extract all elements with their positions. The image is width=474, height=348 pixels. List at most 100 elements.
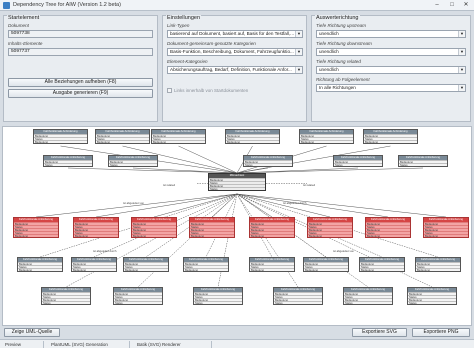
graph-node[interactable]: Fahrfunktionale Anforderung Bedeutung Stat… xyxy=(193,287,243,305)
doc-categories-label: Dokument-gemeinsam-genutzte Kategorien xyxy=(167,41,256,46)
graph-node[interactable]: Fahrfunktionale Anforderung Bedeutung Stat… xyxy=(123,257,169,272)
doc-categories-value: Basis-Funktion, Beschreibung, Dokument, … xyxy=(170,49,294,54)
node-row: Bedeutung xyxy=(364,140,417,143)
graph-node[interactable]: Fahrfunktionale Anforderung Bedeutung Stat… xyxy=(113,287,163,305)
node-header: Fahrfunktionale Anforderung xyxy=(42,288,90,292)
chevron-down-icon[interactable]: ▼ xyxy=(295,31,302,37)
chevron-down-icon[interactable]: ▼ xyxy=(295,67,302,73)
graph-node[interactable]: Fahrfunktionale Anforderung Bedeutung Stat… xyxy=(43,155,93,167)
graph-node[interactable]: Fahrfunktionale Anforderung Bedeutung Stat… xyxy=(273,287,323,305)
graph-node[interactable]: Fahrfunktionale Anforderung Bedeutung Stat… xyxy=(108,155,158,167)
node-row: Status xyxy=(114,301,162,304)
chevron-down-icon[interactable]: ▼ xyxy=(458,31,465,37)
graph-node[interactable]: Fahrfunktionale Anforderung Bedeutung Stat… xyxy=(183,257,229,272)
graph-node[interactable]: Fahrfunktionale Anforderung Bedeutung Stat… xyxy=(303,257,349,272)
node-row: Status xyxy=(109,163,157,166)
node-row: Bedeutung xyxy=(132,234,176,237)
checkbox-icon[interactable] xyxy=(167,88,172,94)
graph-edge xyxy=(178,145,238,174)
dependency-graph-canvas[interactable]: Mitmachtest Bedeutung Status Bedeutung Statu… xyxy=(2,126,472,326)
link-types-label: Link-Typen xyxy=(167,23,190,28)
document-field[interactable]: 5097738 xyxy=(8,30,153,38)
graph-node-highlighted[interactable]: Fahrfunktionale Anforderung Bedeutung Stat… xyxy=(131,217,177,238)
export-png-button[interactable]: Exportiere PNG xyxy=(412,328,470,337)
bottom-button-bar: Zeige UML-Quelle Exportiere SVG Exportie… xyxy=(2,328,472,338)
graph-node[interactable]: Fahrfunktionale Anforderung Bedeutung Stat… xyxy=(71,257,117,272)
graph-node-center[interactable]: Mitmachtest Bedeutung Status Bedeutung Statu… xyxy=(208,173,266,191)
generate-output-button[interactable]: Ausgabe generieren (F9) xyxy=(8,89,153,98)
node-row: Status xyxy=(209,187,265,190)
graph-node-highlighted[interactable]: Fahrfunktionale Anforderung Bedeutung Stat… xyxy=(73,217,119,238)
graph-node[interactable]: Fahrfunktionale Anforderung Bedeutung Stat… xyxy=(407,287,457,305)
links-in-start-docs-checkbox[interactable]: Links innerhalb von Startdokumenten xyxy=(167,88,248,94)
chevron-down-icon[interactable]: ▼ xyxy=(458,49,465,55)
depth-related-value: unendlich xyxy=(319,67,339,72)
graph-node[interactable]: Fahrfunktionale Anforderung Bedeutung Stat… xyxy=(398,155,448,167)
depth-downstream-select[interactable]: unendlich ▼ xyxy=(316,48,466,56)
evaluation-panel-title: Auswerterichtung xyxy=(315,15,360,21)
maximize-button[interactable]: □ xyxy=(445,1,459,9)
graph-node[interactable]: Fahrfunktionale Anforderung Bedeutung Stat… xyxy=(415,257,461,272)
graph-node[interactable]: Fahrfunktionale Anforderung Bedeutung Stat… xyxy=(41,287,91,305)
graph-edge xyxy=(236,193,433,288)
status-batik: Batik (SVG) Renderer xyxy=(134,341,212,348)
node-header: Fahrfunktionale Anforderung xyxy=(304,258,348,262)
content-elements-field[interactable]: 5097737 xyxy=(8,48,153,56)
graph-node[interactable]: Fahrfunktionale Anforderung Bedeutung Stat… xyxy=(95,129,150,144)
minimize-button[interactable]: – xyxy=(430,1,444,9)
graph-node[interactable]: Fahrfunktionale Anforderung Bedeutung Stat… xyxy=(151,129,206,144)
depth-upstream-select[interactable]: unendlich ▼ xyxy=(316,30,466,38)
node-header: Fahrfunktionale Anforderung xyxy=(124,258,168,262)
chevron-down-icon[interactable]: ▼ xyxy=(295,49,302,55)
depth-related-select[interactable]: unendlich ▼ xyxy=(316,66,466,74)
start-element-panel: Startelement Dokument 5097738 Inhalts-El… xyxy=(3,15,158,122)
graph-node-highlighted[interactable]: Fahrfunktionale Anforderung Bedeutung Stat… xyxy=(249,217,295,238)
node-header: Fahrfunktionale Anforderung xyxy=(250,258,294,262)
edge-label: ist related xyxy=(303,183,316,187)
graph-node[interactable]: Fahrfunktionale Anforderung Bedeutung Stat… xyxy=(17,257,63,272)
graph-node-highlighted[interactable]: Fahrfunktionale Anforderung Bedeutung Stat… xyxy=(423,217,469,238)
direction-select[interactable]: In alle Richtungen ▼ xyxy=(316,84,466,92)
graph-node-highlighted[interactable]: Fahrfunktionale Anforderung Bedeutung Stat… xyxy=(307,217,353,238)
node-header: Fahrfunktionale Anforderung xyxy=(72,258,116,262)
graph-node[interactable]: Fahrfunktionale Anforderung Bedeutung Stat… xyxy=(243,155,293,167)
graph-node[interactable]: Fahrfunktionale Anforderung Bedeutung Stat… xyxy=(359,257,405,272)
graph-node-highlighted[interactable]: Fahrfunktionale Anforderung Bedeutung Stat… xyxy=(13,217,59,238)
window-title: Dependency Tree for AIW (Version 1.2 bet… xyxy=(13,2,121,8)
graph-node-highlighted[interactable]: Fahrfunktionale Anforderung Bedeutung Stat… xyxy=(365,217,411,238)
node-row: Status xyxy=(42,301,90,304)
node-header: Fahrfunktionale Anforderung xyxy=(424,218,468,222)
chevron-down-icon[interactable]: ▼ xyxy=(458,67,465,73)
show-all-relations-button[interactable]: Alle Beziehungen aufheben (F8) xyxy=(8,78,153,87)
element-categories-select[interactable]: Absicherungsauftrag, Bedarf, Definition,… xyxy=(167,66,303,74)
node-row: Bedeutung xyxy=(34,140,87,143)
node-row: Status xyxy=(408,301,456,304)
node-row: Status xyxy=(194,301,242,304)
graph-node[interactable]: Fahrfunktionale Anforderung Bedeutung Stat… xyxy=(225,129,280,144)
direction-label: Richtung ab Folgeelement xyxy=(316,77,370,82)
graph-node[interactable]: Fahrfunktionale Anforderung Bedeutung Stat… xyxy=(343,287,393,305)
doc-categories-select[interactable]: Basis-Funktion, Beschreibung, Dokument, … xyxy=(167,48,303,56)
graph-edge xyxy=(236,193,369,288)
node-header: Fahrfunktionale Anforderung xyxy=(184,258,228,262)
link-types-select[interactable]: basierend auf Dokument, basiert auf, Bas… xyxy=(167,30,303,38)
show-uml-source-button[interactable]: Zeige UML-Quelle xyxy=(4,328,60,337)
chevron-down-icon[interactable]: ▼ xyxy=(458,85,465,91)
export-svg-button[interactable]: Exportiere SVG xyxy=(352,328,407,337)
graph-node[interactable]: Fahrfunktionale Anforderung Bedeutung Stat… xyxy=(363,129,418,144)
app-icon xyxy=(3,2,10,9)
node-row: Bedeutung xyxy=(300,140,353,143)
graph-node[interactable]: Fahrfunktionale Anforderung Bedeutung Stat… xyxy=(333,155,383,167)
node-header: Fahrfunktionale Anforderung xyxy=(408,288,456,292)
graph-node[interactable]: Fahrfunktionale Anforderung Bedeutung Stat… xyxy=(249,257,295,272)
direction-value: In alle Richtungen xyxy=(319,85,356,90)
graph-node-highlighted[interactable]: Fahrfunktionale Anforderung Bedeutung Stat… xyxy=(189,217,235,238)
start-panel-title: Startelement xyxy=(7,15,41,21)
node-header: Fahrfunktionale Anforderung xyxy=(114,288,162,292)
graph-node[interactable]: Fahrfunktionale Anforderung Bedeutung Stat… xyxy=(299,129,354,144)
node-header: Fahrfunktionale Anforderung xyxy=(250,218,294,222)
graph-node[interactable]: Fahrfunktionale Anforderung Bedeutung Stat… xyxy=(33,129,88,144)
node-header: Fahrfunktionale Anforderung xyxy=(18,258,62,262)
node-header: Fahrfunktionale Anforderung xyxy=(109,156,157,160)
close-button[interactable]: ✕ xyxy=(459,1,473,9)
